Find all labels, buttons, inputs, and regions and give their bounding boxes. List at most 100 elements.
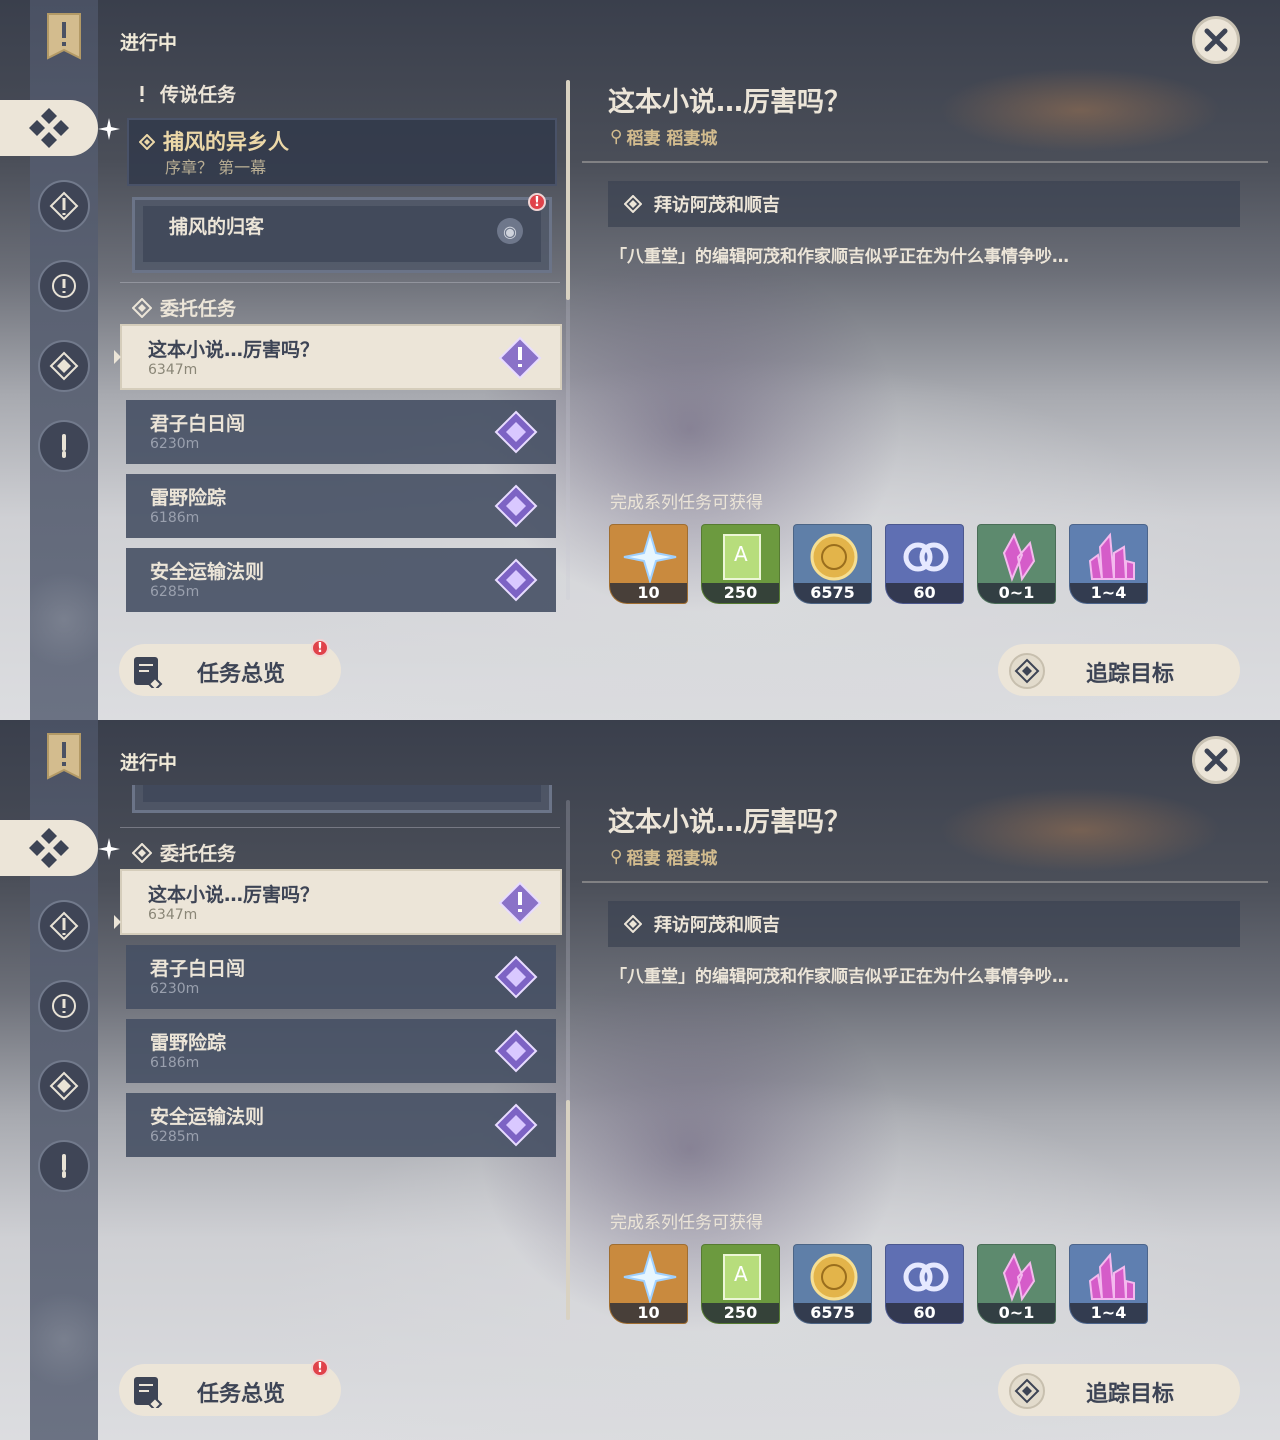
commission-item[interactable]: 君子白日闯 6230m xyxy=(126,945,556,1009)
reward-item[interactable]: A 250 xyxy=(701,524,780,604)
legend-section-header: 传说任务 xyxy=(132,80,236,107)
close-icon xyxy=(1204,748,1228,772)
reward-count: 60 xyxy=(886,583,963,603)
overview-alert-badge: ! xyxy=(311,1359,329,1377)
sub-quest-title: 捕风的归客 xyxy=(169,216,265,238)
archon-quest-icon[interactable] xyxy=(38,900,90,952)
reward-item[interactable]: 10 xyxy=(609,1244,688,1324)
story-quest-icon[interactable] xyxy=(38,980,90,1032)
commission-section-header: 委托任务 xyxy=(132,839,236,866)
companionship-exp-icon xyxy=(903,542,949,572)
reward-item[interactable]: A 250 xyxy=(701,1244,780,1324)
quest-overview-label: 任务总览 xyxy=(197,662,286,687)
reward-item[interactable]: 1~4 xyxy=(1069,524,1148,604)
banner-icon[interactable] xyxy=(44,12,84,62)
quest-detail-title: 这本小说…厉害吗？ xyxy=(608,807,851,838)
legend-section-title: 传说任务 xyxy=(160,84,237,106)
track-diamond-icon xyxy=(1009,1373,1045,1409)
quest-overview-button[interactable]: 任务总览 xyxy=(119,644,341,696)
commission-item[interactable]: 这本小说…厉害吗？ 6347m xyxy=(120,324,562,390)
track-target-label: 追踪目标 xyxy=(1086,1382,1175,1407)
ongoing-label: 进行中 xyxy=(120,32,178,54)
commission-item[interactable]: 君子白日闯 6230m xyxy=(126,400,556,464)
reward-count: 6575 xyxy=(794,583,871,603)
reward-item[interactable]: 0~1 xyxy=(977,1244,1056,1324)
companionship-exp-icon xyxy=(903,1262,949,1292)
reward-item[interactable]: 6575 xyxy=(793,524,872,604)
close-button[interactable] xyxy=(1192,16,1240,64)
commission-title: 安全运输法则 xyxy=(150,561,265,583)
reward-item[interactable]: 60 xyxy=(885,1244,964,1324)
commission-item[interactable]: 这本小说…厉害吗？ 6347m xyxy=(120,869,562,935)
commission-icon xyxy=(132,297,152,318)
commission-item[interactable]: 安全运输法则 6285m xyxy=(126,548,556,612)
commission-title: 这本小说…厉害吗？ xyxy=(148,339,320,361)
quest-location: ⚲ 稻妻 稻妻城 xyxy=(610,124,717,150)
reward-item[interactable]: 60 xyxy=(885,524,964,604)
world-quest-icon[interactable] xyxy=(38,1060,90,1112)
reward-count: 0~1 xyxy=(978,583,1055,603)
mora-icon xyxy=(810,1253,858,1301)
divider xyxy=(120,282,560,283)
sidebar-commission-tab[interactable] xyxy=(0,100,98,156)
sparkle-icon xyxy=(98,118,120,140)
commission-diamond-icon xyxy=(494,484,538,528)
quest-list-scrollbar[interactable] xyxy=(566,80,570,600)
commission-diamond-icon xyxy=(494,410,538,454)
sub-quest-card[interactable]: 捕风的归客 ◉ xyxy=(132,197,552,273)
rewards-label: 完成系列任务可获得 xyxy=(610,493,763,513)
event-quest-icon[interactable] xyxy=(38,420,90,472)
commission-title: 雷野险踪 xyxy=(150,1032,227,1054)
reward-item[interactable]: 0~1 xyxy=(977,524,1056,604)
track-diamond-icon xyxy=(1009,653,1045,689)
sub-quest-card[interactable]: 捕风的归客 ◉ xyxy=(132,785,552,813)
world-quest-icon[interactable] xyxy=(38,340,90,392)
commission-item[interactable]: 雷野险踪 6186m xyxy=(126,474,556,538)
crystal-icon xyxy=(1002,1252,1036,1302)
quest-list-scrollbar[interactable] xyxy=(566,800,570,1320)
event-quest-icon[interactable] xyxy=(38,1140,90,1192)
location-pin-icon[interactable]: ◉ xyxy=(497,218,523,244)
commission-alert-icon xyxy=(498,336,542,380)
quest-book-icon xyxy=(134,657,163,688)
rewards-list: 10 A 250 6575 60 0~1 1~4 xyxy=(609,524,1148,604)
sub-quest-alert-badge: ! xyxy=(528,193,546,211)
quest-location: ⚲ 稻妻 稻妻城 xyxy=(610,844,717,870)
commission-item[interactable]: 安全运输法则 6285m xyxy=(126,1093,556,1157)
quest-overview-label: 任务总览 xyxy=(197,1382,286,1407)
commission-distance: 6285m xyxy=(150,1129,200,1145)
commission-item[interactable]: 雷野险踪 6186m xyxy=(126,1019,556,1083)
adventure-exp-icon: A xyxy=(723,534,761,580)
reward-item[interactable]: 6575 xyxy=(793,1244,872,1324)
primogem-icon xyxy=(623,1251,677,1303)
reward-item[interactable]: 10 xyxy=(609,524,688,604)
quest-list[interactable]: 捕风的归客 ◉ 委托任务 这本小说…厉害吗？ 6347m 君子白日闯 6230m… xyxy=(120,785,570,1355)
archon-quest-icon[interactable] xyxy=(38,180,90,232)
svg-text:A: A xyxy=(734,1262,748,1286)
crystal-icon xyxy=(1002,532,1036,582)
banner-icon[interactable] xyxy=(44,732,84,782)
commission-section-header: 委托任务 xyxy=(132,294,236,321)
commission-title: 君子白日闯 xyxy=(150,958,246,980)
alert-icon xyxy=(140,85,144,102)
track-target-button[interactable]: 追踪目标 xyxy=(998,1364,1240,1416)
quest-overview-button[interactable]: 任务总览 xyxy=(119,1364,341,1416)
commission-tab-icon xyxy=(29,828,69,868)
close-button[interactable] xyxy=(1192,736,1240,784)
quest-step: 拜访阿茂和顺吉 xyxy=(608,181,1240,227)
reward-count: 60 xyxy=(886,1303,963,1323)
legend-quest-subtitle: 序章？ 第一幕 xyxy=(165,158,267,177)
sidebar-commission-tab[interactable] xyxy=(0,820,98,876)
crystal-cluster-icon xyxy=(1088,532,1135,580)
legend-quest-card[interactable]: 捕风的异乡人 序章？ 第一幕 xyxy=(127,118,557,186)
commission-icon xyxy=(132,842,152,863)
track-target-button[interactable]: 追踪目标 xyxy=(998,644,1240,696)
mora-icon xyxy=(810,533,858,581)
reward-item[interactable]: 1~4 xyxy=(1069,1244,1148,1324)
quest-list[interactable]: 传说任务 捕风的异乡人 序章？ 第一幕 捕风的归客 ◉ ! 委托任务 这本小说…… xyxy=(120,70,570,630)
story-quest-icon[interactable] xyxy=(38,260,90,312)
commission-tab-icon xyxy=(29,108,69,148)
reward-count: 1~4 xyxy=(1070,1303,1147,1323)
commission-title: 安全运输法则 xyxy=(150,1106,265,1128)
ongoing-label: 进行中 xyxy=(120,752,178,774)
